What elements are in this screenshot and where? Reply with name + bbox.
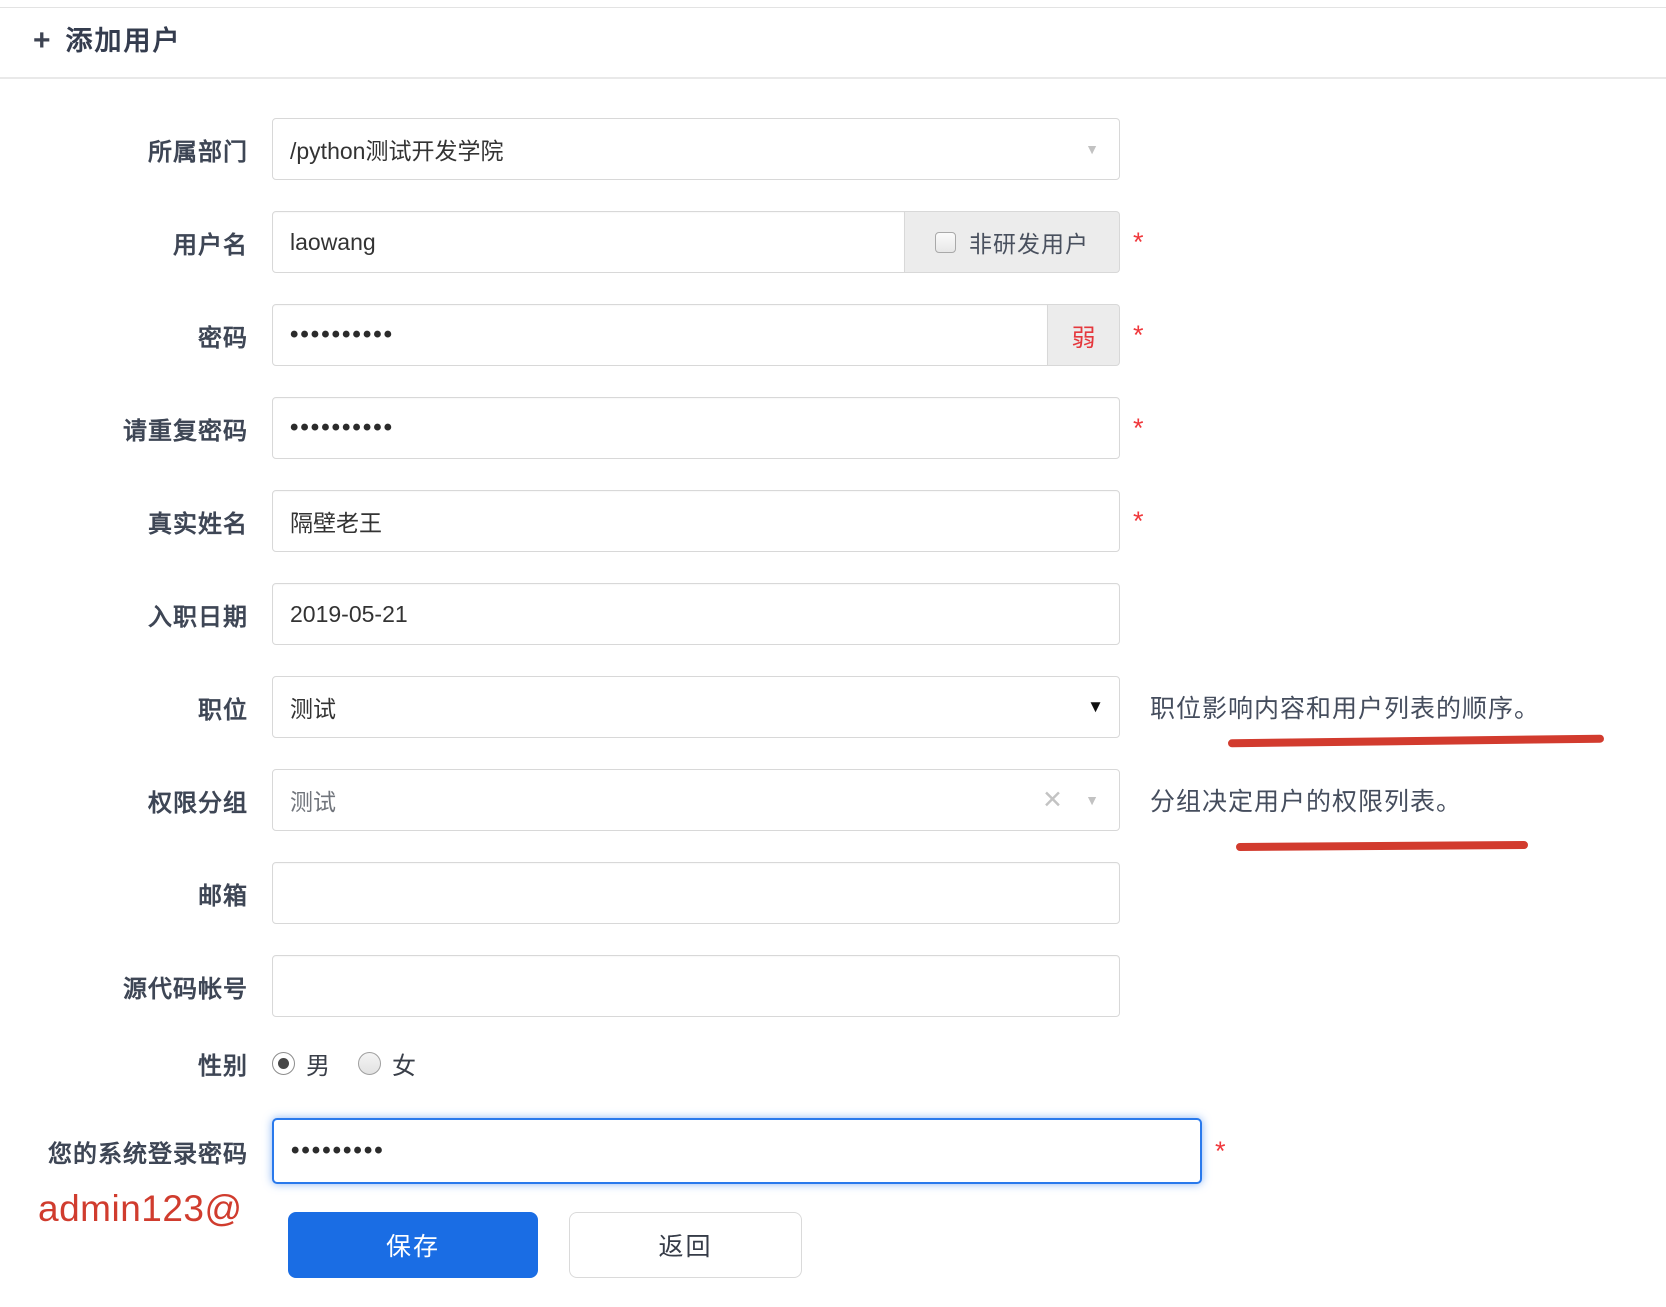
form-row-source-account: 源代码帐号 xyxy=(0,955,1666,1017)
required-asterisk: * xyxy=(1133,322,1144,349)
form-row-permission-group: 权限分组 测试 ✕ ▼ 分组决定用户的权限列表。 xyxy=(0,769,1666,831)
form-row-login-password: 您的系统登录密码 * xyxy=(0,1118,1666,1184)
real-name-label: 真实姓名 xyxy=(0,504,248,539)
plus-icon: + xyxy=(33,26,51,56)
add-user-form: 所属部门 /python测试开发学院 ▼ 用户名 非研发用户 * 密码 弱 xyxy=(0,79,1666,1278)
source-account-input[interactable] xyxy=(272,955,1120,1017)
save-button[interactable]: 保存 xyxy=(288,1212,538,1278)
gender-label: 性别 xyxy=(0,1046,248,1081)
permission-group-label: 权限分组 xyxy=(0,783,248,818)
required-asterisk: * xyxy=(1215,1138,1226,1165)
source-account-label: 源代码帐号 xyxy=(0,969,248,1004)
password-strength-addon: 弱 xyxy=(1048,304,1120,366)
permission-group-value: 测试 xyxy=(290,783,336,817)
form-footer: admin123@ 保存 返回 xyxy=(0,1184,1666,1278)
hire-date-input[interactable] xyxy=(272,583,1120,645)
red-underline-annotation xyxy=(1236,841,1528,851)
hire-date-label: 入职日期 xyxy=(0,597,248,632)
form-row-password: 密码 弱 * xyxy=(0,304,1666,366)
email-input[interactable] xyxy=(272,862,1120,924)
repeat-password-input[interactable] xyxy=(272,397,1120,459)
real-name-input[interactable] xyxy=(272,490,1120,552)
form-row-repeat-password: 请重复密码 * xyxy=(0,397,1666,459)
button-row: 保存 返回 xyxy=(0,1184,1666,1278)
red-underline-annotation xyxy=(1228,735,1604,748)
email-label: 邮箱 xyxy=(0,876,248,911)
password-input[interactable] xyxy=(272,304,1048,366)
gender-female-radio[interactable] xyxy=(358,1052,381,1075)
position-help-text: 职位影响内容和用户列表的顺序。 xyxy=(1150,695,1540,723)
chevron-down-icon[interactable]: ▼ xyxy=(1085,792,1099,808)
login-password-input[interactable] xyxy=(272,1118,1202,1184)
form-row-department: 所属部门 /python测试开发学院 ▼ xyxy=(0,118,1666,180)
position-select[interactable]: 测试 ▼ xyxy=(272,676,1120,738)
position-value: 测试 xyxy=(290,690,336,724)
clear-icon[interactable]: ✕ xyxy=(1042,785,1063,815)
gender-male-label[interactable]: 男 xyxy=(306,1046,330,1081)
department-label: 所属部门 xyxy=(0,132,248,167)
department-value: /python测试开发学院 xyxy=(290,132,503,166)
permission-group-help-text: 分组决定用户的权限列表。 xyxy=(1150,788,1462,816)
password-strength-badge: 弱 xyxy=(1072,318,1096,353)
chevron-down-icon[interactable]: ▼ xyxy=(1087,697,1104,717)
form-row-gender: 性别 男 女 xyxy=(0,1048,1666,1078)
back-button[interactable]: 返回 xyxy=(569,1212,802,1278)
non-dev-user-checkbox[interactable] xyxy=(935,232,956,253)
form-row-real-name: 真实姓名 * xyxy=(0,490,1666,552)
form-row-email: 邮箱 xyxy=(0,862,1666,924)
required-asterisk: * xyxy=(1133,508,1144,535)
permission-group-help-note: 分组决定用户的权限列表。 xyxy=(1150,782,1462,818)
gender-male-radio[interactable] xyxy=(272,1052,295,1075)
position-help-note: 职位影响内容和用户列表的顺序。 xyxy=(1150,689,1540,725)
password-label: 密码 xyxy=(0,318,248,353)
repeat-password-label: 请重复密码 xyxy=(0,411,248,446)
gender-female-label[interactable]: 女 xyxy=(392,1046,416,1081)
non-dev-user-label: 非研发用户 xyxy=(969,225,1089,259)
required-asterisk: * xyxy=(1133,229,1144,256)
username-label: 用户名 xyxy=(0,225,248,260)
permission-group-select[interactable]: 测试 ✕ ▼ xyxy=(272,769,1120,831)
admin-password-annotation: admin123@ xyxy=(38,1188,243,1230)
department-select[interactable]: /python测试开发学院 ▼ xyxy=(272,118,1120,180)
login-password-label: 您的系统登录密码 xyxy=(0,1134,248,1169)
form-row-position: 职位 测试 ▼ 职位影响内容和用户列表的顺序。 xyxy=(0,676,1666,738)
form-row-hire-date: 入职日期 xyxy=(0,583,1666,645)
required-asterisk: * xyxy=(1133,415,1144,442)
non-dev-user-addon[interactable]: 非研发用户 xyxy=(905,211,1120,273)
chevron-down-icon[interactable]: ▼ xyxy=(1085,141,1099,157)
position-label: 职位 xyxy=(0,690,248,725)
username-input[interactable] xyxy=(272,211,905,273)
page-title: 添加用户 xyxy=(66,24,182,58)
form-row-username: 用户名 非研发用户 * xyxy=(0,211,1666,273)
page-header: + 添加用户 xyxy=(0,8,1666,79)
